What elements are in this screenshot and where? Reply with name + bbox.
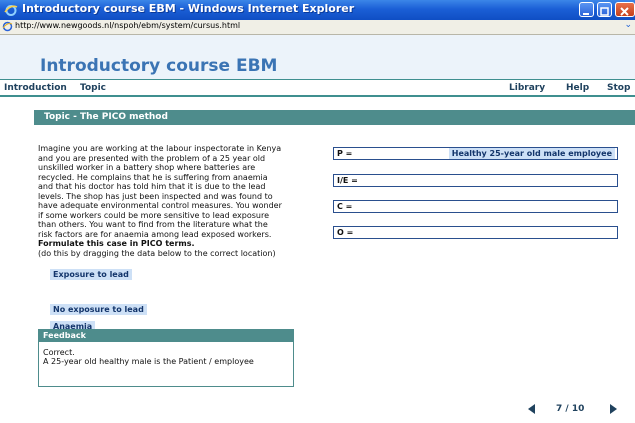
app-header: Introductory course EBM	[0, 35, 635, 79]
nav-library[interactable]: Library	[509, 83, 545, 93]
pico-ie-label: I/E =	[337, 176, 358, 185]
page-icon	[2, 21, 13, 32]
topic-header: Topic - The PICO method	[34, 110, 635, 125]
nav-help[interactable]: Help	[566, 83, 589, 93]
app-title: Introductory course EBM	[40, 56, 278, 76]
scenario-line: unskilled worker in a battery shop where…	[38, 163, 256, 172]
scenario-line: and that his doctor has told him that it…	[38, 182, 266, 191]
pico-o-label: O =	[337, 228, 354, 237]
window-titlebar: Introductory course EBM - Windows Intern…	[0, 0, 635, 20]
minimize-button[interactable]	[579, 2, 594, 17]
topic-heading: Topic - The PICO method	[44, 112, 168, 122]
maximize-icon	[600, 7, 609, 16]
scenario-line: if some workers could be more sensitive …	[38, 210, 270, 220]
draggable-no-exposure-to-lead[interactable]: No exposure to lead	[50, 304, 147, 315]
close-icon	[620, 7, 629, 16]
instruction-title: Formulate this case in PICO terms.	[38, 239, 195, 248]
pico-c-dropzone[interactable]: C =	[333, 200, 618, 213]
feedback-result: Correct.	[43, 348, 75, 357]
scenario-line: and you are presented with the problem o…	[38, 153, 266, 163]
nav-topic[interactable]: Topic	[80, 83, 106, 93]
address-bar[interactable]: http://www.newgoods.nl/nspoh/ebm/system/…	[0, 20, 635, 35]
previous-page-icon[interactable]	[526, 403, 538, 415]
feedback-header: Feedback	[39, 330, 293, 342]
pico-p-label: P =	[337, 149, 353, 158]
window-title: Introductory course EBM - Windows Intern…	[22, 2, 355, 15]
feedback-panel: Feedback Correct. A 25-year old healthy …	[38, 329, 294, 387]
page-indicator: 7 / 10	[556, 404, 585, 414]
pico-p-value[interactable]: Healthy 25-year old male employee	[448, 148, 615, 159]
internet-explorer-icon	[4, 5, 18, 16]
feedback-title: Feedback	[43, 331, 86, 340]
page-content: Introductory course EBM Introduction Top…	[0, 35, 635, 423]
instruction-text: (do this by dragging the data below to t…	[38, 248, 276, 258]
maximize-button[interactable]	[597, 2, 612, 17]
scenario-text: Imagine you are working at the labour in…	[38, 144, 328, 239]
nav-stop[interactable]: Stop	[607, 83, 630, 93]
minimize-icon	[583, 13, 589, 15]
instructions: Formulate this case in PICO terms. (do t…	[38, 239, 328, 258]
scenario-line: Imagine you are working at the labour in…	[38, 144, 282, 153]
nav-introduction[interactable]: Introduction	[4, 83, 67, 93]
pico-p-dropzone[interactable]: P = Healthy 25-year old male employee	[333, 147, 618, 160]
nav-bar: Introduction Topic Library Help Stop	[0, 79, 635, 97]
scenario-line: recycled. He complains that he is suffer…	[38, 172, 268, 182]
scenario-line: risk factors are for anaemia among lead …	[38, 229, 272, 239]
chevron-down-icon[interactable]: ⌄	[624, 20, 632, 30]
scenario-line: than others. You want to find from the l…	[38, 220, 268, 229]
close-button[interactable]	[615, 2, 635, 17]
scenario-line: have adequate environmental control meas…	[38, 201, 282, 210]
pico-o-dropzone[interactable]: O =	[333, 226, 618, 239]
scenario-line: levels. The shop has just been inspected…	[38, 191, 273, 201]
url-text: http://www.newgoods.nl/nspoh/ebm/system/…	[15, 21, 241, 30]
next-page-icon[interactable]	[607, 403, 619, 415]
pico-ie-dropzone[interactable]: I/E =	[333, 174, 618, 187]
draggable-exposure-to-lead[interactable]: Exposure to lead	[50, 269, 132, 280]
feedback-message: A 25-year old healthy male is the Patien…	[43, 357, 254, 366]
pico-c-label: C =	[337, 202, 353, 211]
